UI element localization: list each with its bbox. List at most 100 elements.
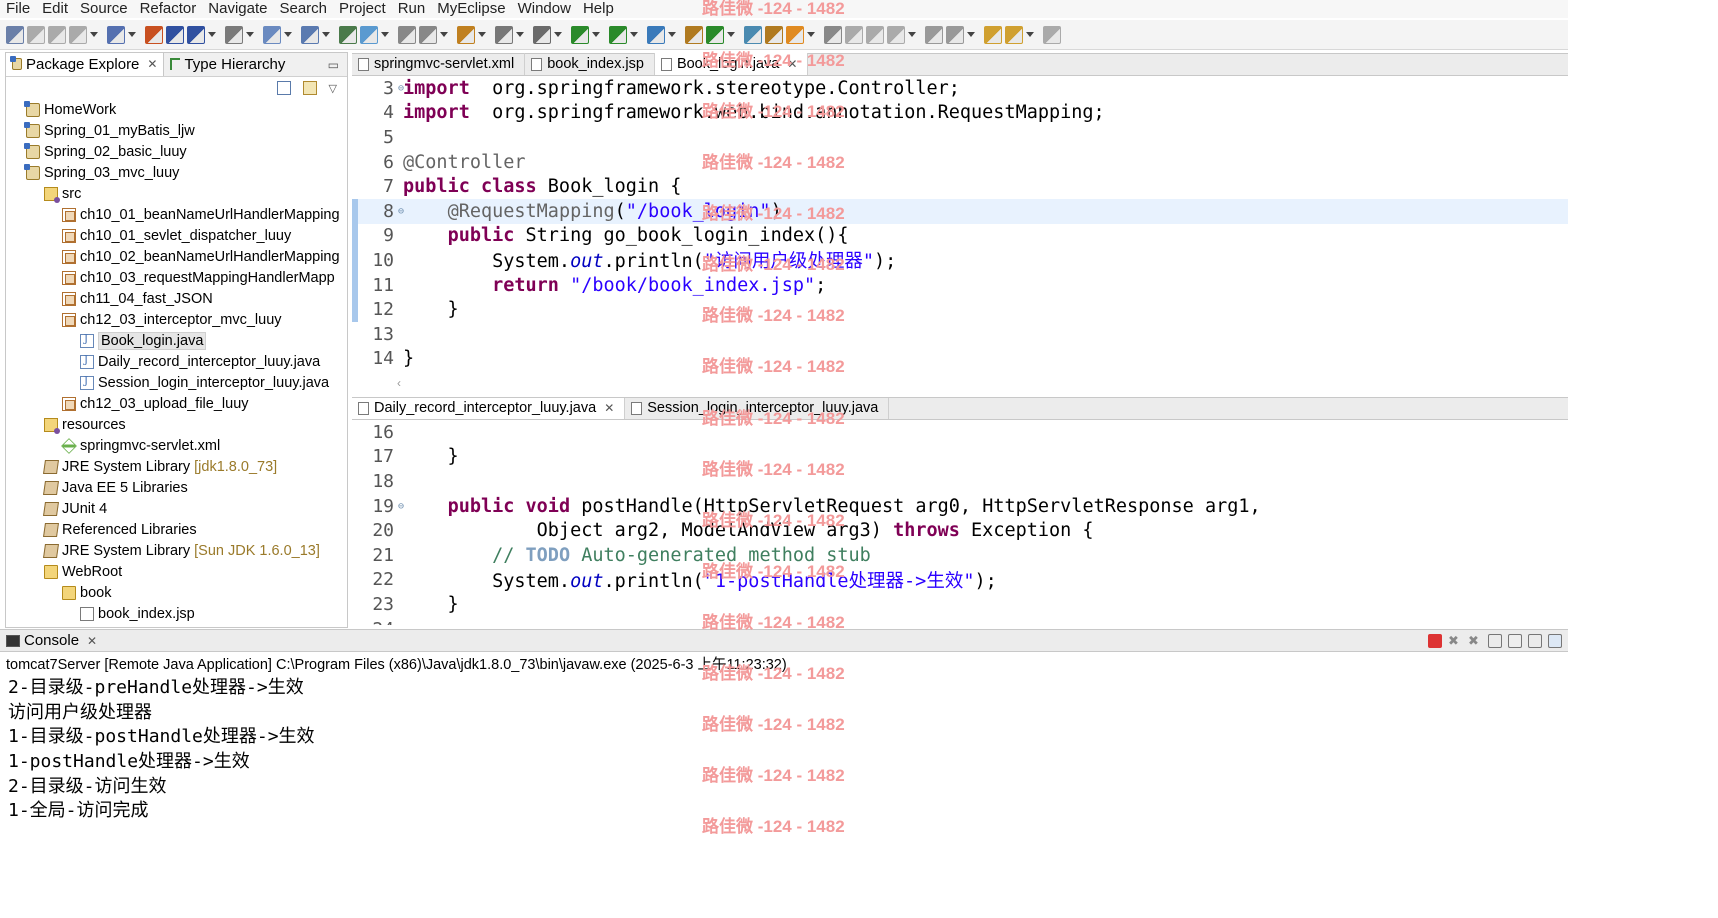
close-icon[interactable]: ✕ (604, 401, 614, 415)
close-icon[interactable]: ✕ (787, 57, 797, 71)
tree-item[interactable]: ch10_01_beanNameUrlHandlerMapping (6, 204, 347, 225)
menu-item-refactor[interactable]: Refactor (134, 0, 203, 18)
minimize-icon[interactable]: ▭ (328, 58, 339, 72)
fold-icon[interactable]: ⊖ (398, 501, 404, 512)
toolbar-dropdown-icon[interactable] (440, 32, 448, 37)
tab-console-label[interactable]: Console (24, 632, 79, 649)
terminate-icon[interactable] (1428, 633, 1442, 648)
menu-item-source[interactable]: Source (74, 0, 134, 18)
toolbar-button-icon[interactable] (685, 25, 703, 44)
toolbar-button-icon[interactable] (145, 25, 163, 44)
toolbar-button-icon[interactable] (225, 25, 243, 44)
clear-console-icon[interactable] (1488, 633, 1502, 648)
toolbar-button-icon[interactable] (360, 25, 378, 44)
tree-item[interactable]: ch12_03_interceptor_mvc_luuy (6, 309, 347, 330)
tree-item[interactable]: HomeWork (6, 99, 347, 120)
toolbar-dropdown-icon[interactable] (322, 32, 330, 37)
menu-item-file[interactable]: File (0, 0, 36, 18)
fold-icon[interactable]: ⊖ (398, 83, 404, 94)
view-menu-icon[interactable]: ▽ (329, 82, 337, 95)
tree-item[interactable]: Book_login.java (6, 330, 347, 351)
fold-icon[interactable]: ⊖ (398, 206, 404, 217)
toolbar-dropdown-icon[interactable] (908, 32, 916, 37)
toolbar-button-icon[interactable] (107, 25, 125, 44)
link-with-editor-icon[interactable] (302, 81, 317, 95)
toolbar-dropdown-icon[interactable] (592, 32, 600, 37)
toolbar-button-icon[interactable] (419, 25, 437, 44)
pin-console-icon[interactable] (1548, 633, 1562, 648)
editor-tab[interactable]: book_index.jsp (525, 53, 655, 75)
toolbar-button-icon[interactable] (398, 25, 416, 44)
menu-item-search[interactable]: Search (273, 0, 333, 18)
toolbar-button-icon[interactable] (845, 25, 863, 44)
toolbar-button-icon[interactable] (744, 25, 762, 44)
toolbar-button-icon[interactable] (984, 25, 1002, 44)
tree-item[interactable]: WebRoot (6, 561, 347, 582)
toolbar-button-icon[interactable] (786, 25, 804, 44)
tree-item[interactable]: JUnit 4 (6, 498, 347, 519)
toolbar-button-icon[interactable] (866, 25, 884, 44)
toolbar-dropdown-icon[interactable] (727, 32, 735, 37)
toolbar-button-icon[interactable] (69, 25, 87, 44)
toolbar-dropdown-icon[interactable] (668, 32, 676, 37)
remove-launch-icon[interactable]: ✖ (1448, 633, 1462, 648)
toolbar-dropdown-icon[interactable] (90, 32, 98, 37)
toolbar-button-icon[interactable] (824, 25, 842, 44)
scroll-left-icon[interactable]: ‹ (397, 376, 401, 390)
tree-item[interactable]: Referenced Libraries (6, 519, 347, 540)
editor-bottom-code[interactable]: 16 17 } 18 19 ⊖ public void postHandle(HttpS… (352, 420, 1568, 625)
toolbar-button-icon[interactable] (6, 25, 24, 44)
tree-item[interactable]: src (6, 183, 347, 204)
editor-tab[interactable]: springmvc-servlet.xml (352, 53, 526, 75)
toolbar-dropdown-icon[interactable] (807, 32, 815, 37)
collapse-all-icon[interactable] (276, 81, 291, 95)
tab-package-explorer[interactable]: Package Explore ✕ (6, 53, 165, 76)
menu-item-run[interactable]: Run (392, 0, 432, 18)
tree-item[interactable]: JRE System Library [jdk1.8.0_73] (6, 456, 347, 477)
editor-tab[interactable]: Daily_record_interceptor_luuy.java ✕ (352, 398, 626, 419)
tree-item[interactable]: Spring_01_myBatis_ljw (6, 120, 347, 141)
menu-item-edit[interactable]: Edit (36, 0, 74, 18)
tree-item[interactable]: JRE System Library [Sun JDK 1.6.0_13] (6, 540, 347, 561)
toolbar-dropdown-icon[interactable] (1026, 32, 1034, 37)
toolbar-button-icon[interactable] (27, 25, 45, 44)
toolbar-button-icon[interactable] (166, 25, 184, 44)
tree-item[interactable]: ch11_04_fast_JSON (6, 288, 347, 309)
toolbar-button-icon[interactable] (339, 25, 357, 44)
editor-top-code[interactable]: 3 ⊖ import org.springframework.stereotype.… (352, 76, 1568, 371)
tree-item[interactable]: book (6, 582, 347, 603)
tree-item[interactable]: Java EE 5 Libraries (6, 477, 347, 498)
toolbar-button-icon[interactable] (925, 25, 943, 44)
toolbar-button-icon[interactable] (457, 25, 475, 44)
toolbar-dropdown-icon[interactable] (967, 32, 975, 37)
toolbar-dropdown-icon[interactable] (516, 32, 524, 37)
toolbar-dropdown-icon[interactable] (630, 32, 638, 37)
menu-item-myeclipse[interactable]: MyEclipse (431, 0, 511, 18)
tree-item[interactable]: resources (6, 414, 347, 435)
toolbar-button-icon[interactable] (647, 25, 665, 44)
tree-item[interactable]: Spring_03_mvc_luuy (6, 162, 347, 183)
toolbar-button-icon[interactable] (706, 25, 724, 44)
menu-item-project[interactable]: Project (333, 0, 392, 18)
toolbar-dropdown-icon[interactable] (246, 32, 254, 37)
toolbar-button-icon[interactable] (946, 25, 964, 44)
tree-item[interactable]: springmvc-servlet.xml (6, 435, 347, 456)
remove-all-launches-icon[interactable]: ✖ (1468, 633, 1482, 648)
menu-item-help[interactable]: Help (577, 0, 620, 18)
toolbar-dropdown-icon[interactable] (478, 32, 486, 37)
toolbar-button-icon[interactable] (887, 25, 905, 44)
toolbar-button-icon[interactable] (571, 25, 589, 44)
close-icon[interactable]: ✕ (147, 57, 157, 71)
toolbar-dropdown-icon[interactable] (284, 32, 292, 37)
toolbar-dropdown-icon[interactable] (381, 32, 389, 37)
tree-item[interactable]: ch10_03_requestMappingHandlerMapp (6, 267, 347, 288)
tree-item[interactable]: ch12_03_upload_file_luuy (6, 393, 347, 414)
toolbar-button-icon[interactable] (1043, 25, 1061, 44)
menu-item-window[interactable]: Window (512, 0, 577, 18)
word-wrap-icon[interactable] (1528, 633, 1542, 648)
toolbar-button-icon[interactable] (263, 25, 281, 44)
toolbar-button-icon[interactable] (48, 25, 66, 44)
tree-item[interactable]: Session_login_interceptor_luuy.java (6, 372, 347, 393)
scroll-lock-icon[interactable] (1508, 633, 1522, 648)
toolbar-button-icon[interactable] (765, 25, 783, 44)
